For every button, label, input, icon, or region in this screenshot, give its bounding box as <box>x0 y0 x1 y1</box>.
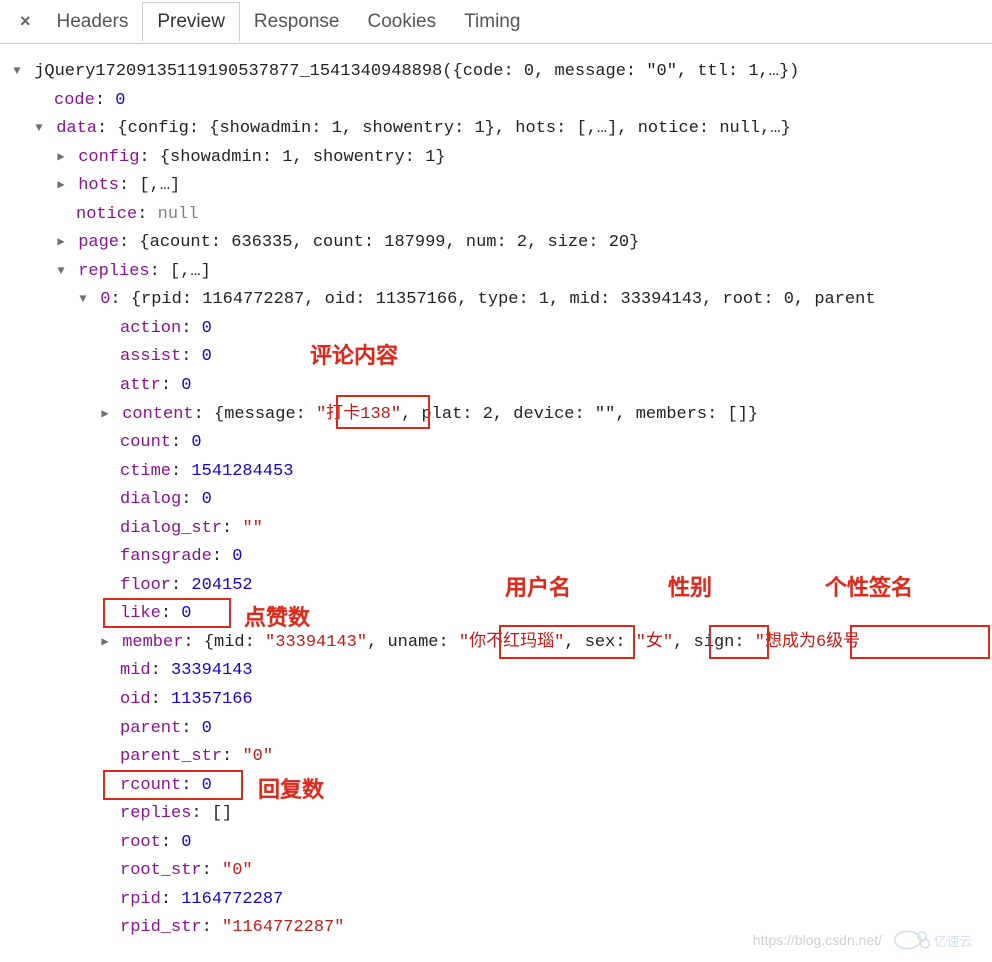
tab-preview[interactable]: Preview <box>142 2 240 42</box>
expand-icon[interactable] <box>32 118 46 138</box>
devtools-tabs: × Headers Preview Response Cookies Timin… <box>0 0 992 44</box>
prop-reply-0[interactable]: 0: {rpid: 1164772287, oid: 11357166, typ… <box>10 286 982 315</box>
expand-icon[interactable] <box>76 289 90 309</box>
watermark: https://blog.csdn.net/ <box>753 932 882 948</box>
yisu-logo: 亿速云 <box>890 922 980 958</box>
prop-code[interactable]: code: 0 <box>10 87 982 116</box>
prop-floor[interactable]: floor: 204152 <box>10 572 982 601</box>
prop-dialog[interactable]: dialog: 0 <box>10 486 982 515</box>
expand-icon[interactable] <box>54 147 68 167</box>
svg-text:亿速云: 亿速云 <box>934 934 973 949</box>
prop-hots[interactable]: hots: [,…] <box>10 172 982 201</box>
expand-icon[interactable] <box>54 261 68 281</box>
expand-icon[interactable] <box>98 632 112 652</box>
prop-fansgrade[interactable]: fansgrade: 0 <box>10 543 982 572</box>
json-preview-tree: jQuery17209135119190537877_1541340948898… <box>0 44 992 953</box>
json-root[interactable]: jQuery17209135119190537877_1541340948898… <box>10 58 982 87</box>
prop-config[interactable]: config: {showadmin: 1, showentry: 1} <box>10 144 982 173</box>
prop-rpid[interactable]: rpid: 1164772287 <box>10 886 982 915</box>
prop-notice[interactable]: notice: null <box>10 201 982 230</box>
prop-action[interactable]: action: 0 <box>10 315 982 344</box>
tab-response[interactable]: Response <box>240 3 354 41</box>
expand-icon[interactable] <box>54 175 68 195</box>
prop-ctime[interactable]: ctime: 1541284453 <box>10 458 982 487</box>
prop-parent[interactable]: parent: 0 <box>10 715 982 744</box>
prop-mid[interactable]: mid: 33394143 <box>10 657 982 686</box>
prop-root[interactable]: root: 0 <box>10 829 982 858</box>
expand-icon[interactable] <box>10 61 24 81</box>
prop-replies[interactable]: replies: [,…] <box>10 258 982 287</box>
prop-count[interactable]: count: 0 <box>10 429 982 458</box>
close-icon[interactable]: × <box>8 11 43 32</box>
tab-cookies[interactable]: Cookies <box>353 3 450 41</box>
prop-oid[interactable]: oid: 11357166 <box>10 686 982 715</box>
expand-icon[interactable] <box>54 232 68 252</box>
prop-parent-str[interactable]: parent_str: "0" <box>10 743 982 772</box>
prop-rcount[interactable]: rcount: 0 <box>10 772 982 801</box>
prop-member[interactable]: member: {mid: "33394143", uname: "你不红玛瑙"… <box>10 629 982 658</box>
prop-replies-inner[interactable]: replies: [] <box>10 800 982 829</box>
prop-dialog-str[interactable]: dialog_str: "" <box>10 515 982 544</box>
prop-assist[interactable]: assist: 0 <box>10 343 982 372</box>
prop-root-str[interactable]: root_str: "0" <box>10 857 982 886</box>
prop-like[interactable]: like: 0 <box>10 600 982 629</box>
prop-page[interactable]: page: {acount: 636335, count: 187999, nu… <box>10 229 982 258</box>
tab-timing[interactable]: Timing <box>450 3 534 41</box>
prop-attr[interactable]: attr: 0 <box>10 372 982 401</box>
prop-content[interactable]: content: {message: "打卡138", plat: 2, dev… <box>10 401 982 430</box>
prop-data[interactable]: data: {config: {showadmin: 1, showentry:… <box>10 115 982 144</box>
tab-headers[interactable]: Headers <box>43 3 143 41</box>
expand-icon[interactable] <box>98 404 112 424</box>
